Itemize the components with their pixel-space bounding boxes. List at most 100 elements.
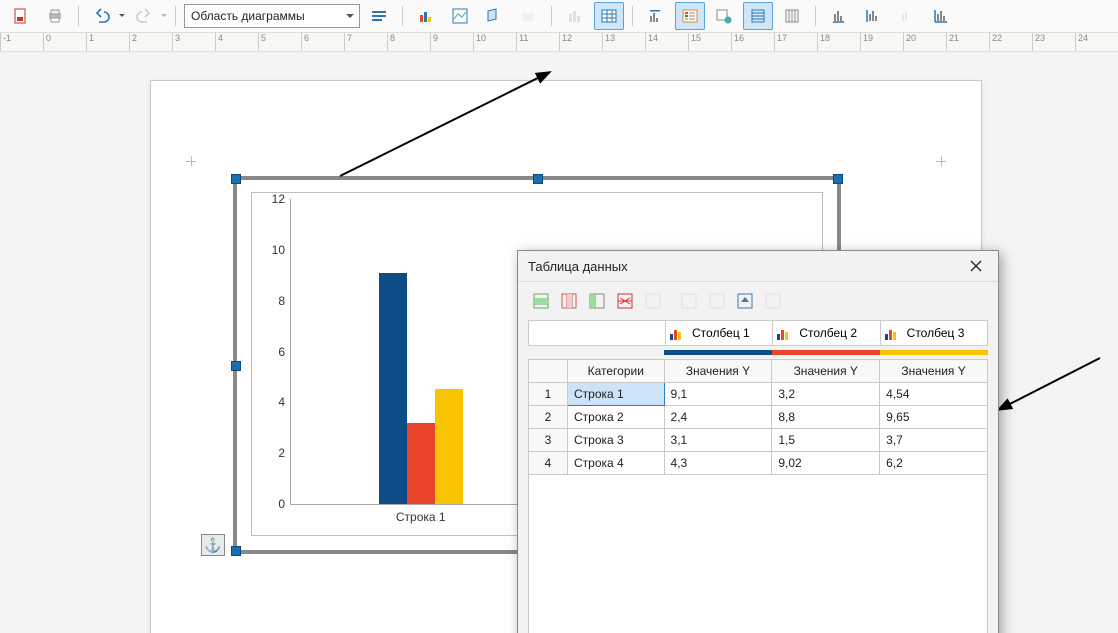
y-tick-label: 8 [278, 294, 291, 308]
x-axis-button[interactable] [824, 2, 854, 30]
format-selection-button[interactable] [364, 2, 394, 30]
category-label: Строка 1 [291, 504, 551, 524]
series-header-cell[interactable] [773, 321, 880, 345]
row-number[interactable]: 3 [529, 429, 568, 452]
series-header-cell[interactable] [881, 321, 987, 345]
cell-value[interactable]: 9,65 [880, 406, 988, 429]
table-row[interactable]: 4Строка 44,39,026,2 [529, 452, 988, 475]
chart-bar[interactable] [407, 423, 435, 504]
resize-handle[interactable] [231, 174, 241, 184]
col-header-values[interactable]: Значения Y [772, 360, 880, 383]
separator [551, 6, 552, 26]
table-row[interactable]: 1Строка 19,13,24,54 [529, 383, 988, 406]
series-name-input[interactable] [797, 325, 871, 341]
insert-row-button[interactable] [528, 289, 554, 313]
anchor-icon[interactable]: ⚓ [201, 534, 225, 556]
insert-col-icon [561, 293, 577, 309]
delete-series-button [640, 289, 666, 313]
move-left-icon [681, 293, 697, 309]
col-header-categories[interactable]: Категории [568, 360, 665, 383]
data-table-button[interactable] [594, 2, 624, 30]
cell-value[interactable]: 2,4 [664, 406, 772, 429]
cell-value[interactable]: 9,1 [664, 383, 772, 406]
cell-value[interactable]: 3,7 [880, 429, 988, 452]
chevron-down-icon[interactable] [119, 14, 125, 20]
data-range-icon [566, 7, 584, 25]
col-header-values[interactable]: Значения Y [880, 360, 988, 383]
format-icon [370, 7, 388, 25]
table-row[interactable]: 3Строка 33,11,53,7 [529, 429, 988, 452]
row-number[interactable]: 4 [529, 452, 568, 475]
print-button[interactable] [40, 2, 70, 30]
insert-series-button[interactable] [556, 289, 582, 313]
data-table-dialog[interactable]: Таблица данных [517, 250, 999, 633]
chart-bar[interactable] [435, 389, 463, 504]
all-axes-button[interactable] [926, 2, 956, 30]
chevron-down-icon[interactable] [161, 14, 167, 20]
chart-wall-button[interactable] [479, 2, 509, 30]
export-pdf-button[interactable] [6, 2, 36, 30]
data-table[interactable]: Категории Значения Y Значения Y Значения… [528, 359, 988, 475]
bar-chart-icon [417, 7, 435, 25]
insert-text-col-button[interactable] [584, 289, 610, 313]
cell-value[interactable]: 4,54 [880, 383, 988, 406]
ruler-tick: 7 [344, 33, 387, 51]
undo-button[interactable] [87, 2, 117, 30]
cell-value[interactable]: 8,8 [772, 406, 880, 429]
vgrid-button[interactable] [777, 2, 807, 30]
ruler-tick: 12 [559, 33, 602, 51]
col-header-values[interactable]: Значения Y [664, 360, 772, 383]
table-row[interactable]: 2Строка 22,48,89,65 [529, 406, 988, 429]
resize-handle[interactable] [231, 546, 241, 556]
cell-category[interactable]: Строка 1 [568, 383, 665, 406]
chart-area-button[interactable] [445, 2, 475, 30]
titles-button[interactable] [641, 2, 671, 30]
cell-value[interactable]: 1,5 [772, 429, 880, 452]
cell-value[interactable]: 4,3 [664, 452, 772, 475]
delete-row-button[interactable] [612, 289, 638, 313]
combo-value: Область диаграммы [191, 9, 305, 23]
dialog-titlebar[interactable]: Таблица данных [518, 251, 998, 282]
close-button[interactable] [964, 254, 988, 278]
cell-value[interactable]: 3,2 [772, 383, 880, 406]
chart-wall-icon [485, 7, 503, 25]
chart-floor-button [513, 2, 543, 30]
cell-value[interactable]: 9,02 [772, 452, 880, 475]
chart-type-button[interactable] [411, 2, 441, 30]
series-header-cell[interactable] [666, 321, 773, 345]
row-number[interactable]: 1 [529, 383, 568, 406]
move-row-up-button[interactable] [732, 289, 758, 313]
cell-category[interactable]: Строка 4 [568, 452, 665, 475]
cell-category[interactable]: Строка 3 [568, 429, 665, 452]
main-toolbar: Область диаграммы [0, 0, 1118, 33]
ruler-tick: 16 [731, 33, 774, 51]
resize-handle[interactable] [833, 174, 843, 184]
workspace: ⚓ Строка 1Строка 2 024681012 Таблица дан… [0, 50, 1118, 633]
chart-area-icon [451, 7, 469, 25]
chart-bar[interactable] [379, 273, 407, 504]
ruler-tick: 19 [860, 33, 903, 51]
y-axis-button[interactable] [858, 2, 888, 30]
ruler-tick: 0 [43, 33, 86, 51]
legend-format-button[interactable] [709, 2, 739, 30]
separator [402, 6, 403, 26]
separator [78, 6, 79, 26]
chart-element-combo[interactable]: Область диаграммы [184, 4, 360, 28]
bar-group[interactable]: Строка 1 [291, 199, 551, 504]
cell-value[interactable]: 6,2 [880, 452, 988, 475]
ruler-tick: 13 [602, 33, 645, 51]
ruler-tick: 15 [688, 33, 731, 51]
resize-handle[interactable] [533, 174, 543, 184]
series-name-input[interactable] [690, 325, 764, 341]
ruler-tick: 18 [817, 33, 860, 51]
app-root: Область диаграммы [0, 0, 1118, 633]
row-number[interactable]: 2 [529, 406, 568, 429]
resize-handle[interactable] [231, 361, 241, 371]
series-name-input[interactable] [905, 325, 979, 341]
cell-value[interactable]: 3,1 [664, 429, 772, 452]
cell-category[interactable]: Строка 2 [568, 406, 665, 429]
ruler-tick: 6 [301, 33, 344, 51]
hgrid-button[interactable] [743, 2, 773, 30]
legend-on-button[interactable] [675, 2, 705, 30]
y-tick-label: 2 [278, 446, 291, 460]
